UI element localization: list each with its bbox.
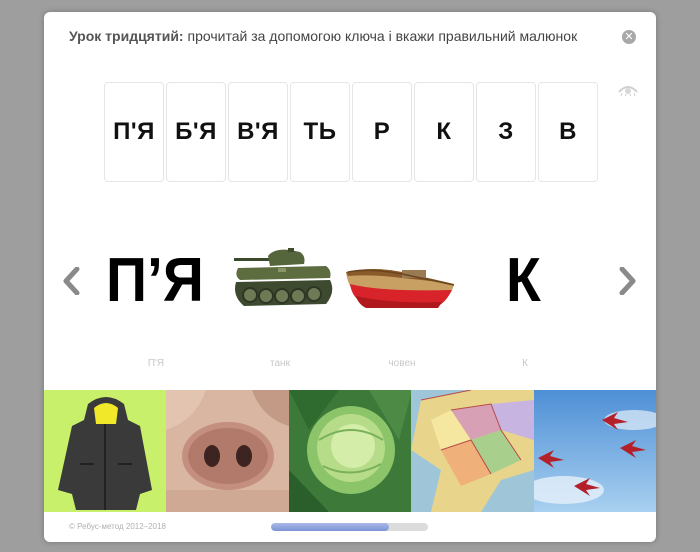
answer-option-jets[interactable] — [533, 390, 656, 512]
key-card[interactable]: П'Я — [104, 82, 164, 182]
boat-image — [346, 269, 455, 308]
key-card[interactable]: ТЬ — [290, 82, 350, 182]
key-card[interactable]: В'Я — [228, 82, 288, 182]
answer-images — [44, 390, 656, 512]
answer-option-jacket[interactable] — [44, 390, 167, 512]
key-card[interactable]: В — [538, 82, 598, 182]
rebus-label: танк — [270, 358, 290, 369]
eye-icon[interactable] — [618, 84, 638, 96]
lesson-instruction: прочитай за допомогою ключа і вкажи прав… — [183, 28, 578, 44]
key-card[interactable]: З — [476, 82, 536, 182]
key-card[interactable]: Б'Я — [166, 82, 226, 182]
rebus-letter-last: К — [506, 246, 541, 315]
lesson-title: Урок тридцятий: — [69, 28, 184, 44]
key-card[interactable]: К — [414, 82, 474, 182]
rebus-syllable-first: П’Я — [106, 246, 204, 315]
answer-option-pig[interactable] — [166, 390, 289, 512]
progress-fill — [271, 523, 389, 531]
key-card[interactable]: Р — [352, 82, 412, 182]
answer-option-map[interactable] — [411, 390, 534, 512]
rebus-label: П'Я — [147, 358, 165, 369]
key-row: П'Я Б'Я В'Я ТЬ Р К З В — [104, 82, 598, 182]
answer-option-cabbage[interactable] — [288, 390, 412, 512]
lesson-header: Урок тридцятий: прочитай за допомогою кл… — [69, 28, 629, 44]
close-icon[interactable]: ✕ — [622, 30, 636, 44]
rebus-label: К — [522, 358, 528, 369]
lesson-dialog: Урок тридцятий: прочитай за допомогою кл… — [44, 12, 656, 542]
progress-bar — [271, 523, 428, 531]
copyright-text: © Ребус-метод 2012–2018 — [69, 522, 166, 531]
rebus-puzzle: П’Я К — [44, 222, 656, 352]
tank-image — [234, 248, 333, 306]
rebus-label: човен — [388, 358, 416, 369]
